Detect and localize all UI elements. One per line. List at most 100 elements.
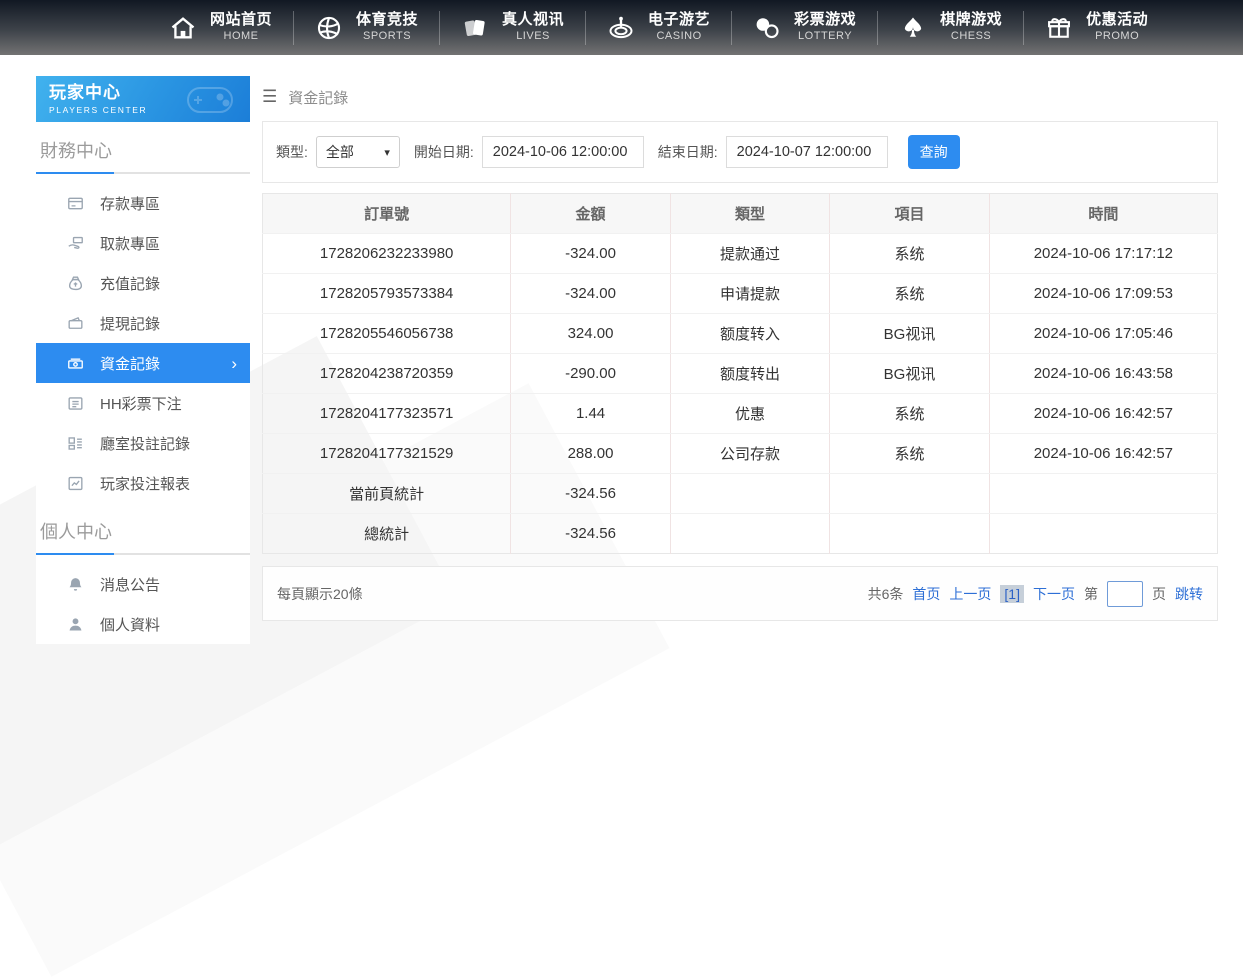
nav-label-zh: 棋牌游戏 xyxy=(940,11,1002,30)
nav-label-zh: 体育竞技 xyxy=(356,11,418,30)
column-header: 時間 xyxy=(989,194,1217,234)
sidebar-item-profile[interactable]: 個人資料 xyxy=(36,604,250,644)
nav-label-zh: 电子游艺 xyxy=(648,11,710,30)
moneybag-icon xyxy=(66,274,85,293)
table-cell xyxy=(830,514,989,554)
sidebar-item-player-bet-report[interactable]: 玩家投注報表 xyxy=(36,463,250,503)
table-cell: 當前頁統計 xyxy=(263,474,511,514)
sidebar-item-label: 資金記錄 xyxy=(100,353,160,374)
sidebar-item-label: 取款專區 xyxy=(100,233,160,254)
nav-label-en: LIVES xyxy=(516,30,550,44)
table-cell: 1728204177321529 xyxy=(263,434,511,474)
nav-item-home[interactable]: 网站首页HOME xyxy=(148,0,293,55)
first-page-link[interactable]: 首页 xyxy=(912,584,940,604)
sidebar-item-withdraw-zone[interactable]: 取款專區 xyxy=(36,223,250,263)
search-button[interactable]: 查詢 xyxy=(908,135,960,169)
table-cell: -324.00 xyxy=(511,274,670,314)
start-date-input[interactable]: 2024-10-06 12:00:00 xyxy=(482,136,644,168)
sidebar-item-hh-lottery-bets[interactable]: HH彩票下注 xyxy=(36,383,250,423)
nav-label-en: CASINO xyxy=(656,30,701,44)
table-cell: 1728204238720359 xyxy=(263,354,511,394)
page-jump-input[interactable] xyxy=(1107,581,1143,607)
sidebar-item-recharge-records[interactable]: 充值記錄 xyxy=(36,263,250,303)
sidebar-item-room-bet-records[interactable]: 廳室投註記錄 xyxy=(36,423,250,463)
table-cell: 總統計 xyxy=(263,514,511,554)
table-cell: 优惠 xyxy=(670,394,829,434)
table-cell: 系统 xyxy=(830,274,989,314)
sidebar-item-label: 廳室投註記錄 xyxy=(100,433,190,454)
table-header-row: 訂單號金額類型項目時間 xyxy=(263,194,1218,234)
table-cell: BG视讯 xyxy=(830,314,989,354)
withdraw-hand-icon xyxy=(66,234,85,253)
column-header: 金額 xyxy=(511,194,670,234)
cards-icon xyxy=(461,14,489,42)
nav-label-en: HOME xyxy=(224,30,259,44)
sidebar-item-deposit-zone[interactable]: 存款專區 xyxy=(36,183,250,223)
section-divider xyxy=(36,172,250,174)
nav-label-zh: 彩票游戏 xyxy=(794,11,856,30)
page-title: 資金記錄 xyxy=(288,87,348,108)
sidebar-item-withdrawal-records[interactable]: 提現記錄 xyxy=(36,303,250,343)
bell-icon xyxy=(66,575,85,594)
filter-bar: 類型: 全部 ▾ 開始日期: 2024-10-06 12:00:00 結束日期:… xyxy=(262,121,1218,183)
table-row: 1728204177321529288.00公司存款系统2024-10-06 1… xyxy=(263,434,1218,474)
table-cell xyxy=(670,474,829,514)
breadcrumb: ☰ 資金記錄 xyxy=(262,83,1218,111)
type-label: 類型: xyxy=(276,142,308,162)
table-row: 1728205793573384-324.00申请提款系统2024-10-06 … xyxy=(263,274,1218,314)
column-header: 項目 xyxy=(830,194,989,234)
sidebar-item-announcements[interactable]: 消息公告 xyxy=(36,564,250,604)
table-row: 1728206232233980-324.00提款通过系统2024-10-06 … xyxy=(263,234,1218,274)
caret-down-icon: ▾ xyxy=(384,146,390,159)
nav-item-chess[interactable]: 棋牌游戏CHESS xyxy=(878,0,1023,55)
nav-label-zh: 网站首页 xyxy=(210,11,272,30)
table-cell xyxy=(989,474,1217,514)
end-date-input[interactable]: 2024-10-07 12:00:00 xyxy=(726,136,888,168)
table-row: 1728204238720359-290.00额度转出BG视讯2024-10-0… xyxy=(263,354,1218,394)
table-body: 1728206232233980-324.00提款通过系统2024-10-06 … xyxy=(263,234,1218,554)
pagination-bar: 每頁顯示20條 共6条 首页 上一页 [1] 下一页 第 页 跳转 xyxy=(262,566,1218,621)
table-cell xyxy=(670,514,829,554)
nav-item-text: 真人视讯LIVES xyxy=(502,11,564,44)
prev-page-link[interactable]: 上一页 xyxy=(949,584,991,604)
sidebar-item-label: HH彩票下注 xyxy=(100,393,182,414)
main-content: ☰ 資金記錄 類型: 全部 ▾ 開始日期: 2024-10-06 12:00:0… xyxy=(262,83,1218,621)
nav-label-en: CHESS xyxy=(951,30,991,44)
cash-icon xyxy=(66,354,85,373)
sidebar-item-funds-records[interactable]: 資金記錄› xyxy=(36,343,250,383)
section-divider xyxy=(36,553,250,555)
page-word-suffix: 页 xyxy=(1152,584,1166,604)
sidebar-item-label: 提現記錄 xyxy=(100,313,160,334)
nav-item-lottery[interactable]: 彩票游戏LOTTERY xyxy=(732,0,877,55)
jump-link[interactable]: 跳转 xyxy=(1175,584,1203,604)
type-select[interactable]: 全部 ▾ xyxy=(316,136,400,168)
nav-item-text: 体育竞技SPORTS xyxy=(356,11,418,44)
table-cell: 额度转出 xyxy=(670,354,829,394)
nav-item-text: 网站首页HOME xyxy=(210,11,272,44)
type-select-value: 全部 xyxy=(326,142,354,162)
nav-label-en: PROMO xyxy=(1095,30,1139,44)
nav-item-text: 棋牌游戏CHESS xyxy=(940,11,1002,44)
sidebar: 玩家中心 PLAYERS CENTER 財務中心存款專區取款專區充值記錄提現記錄… xyxy=(36,76,250,644)
nav-item-casino[interactable]: 电子游艺CASINO xyxy=(586,0,731,55)
table-cell: BG视讯 xyxy=(830,354,989,394)
gamepad-watermark-icon xyxy=(174,78,246,122)
next-page-link[interactable]: 下一页 xyxy=(1033,584,1075,604)
sidebar-section-heading: 個人中心 xyxy=(36,503,250,553)
spade-icon xyxy=(899,14,927,42)
wallet-icon xyxy=(66,314,85,333)
table-cell: 1728206232233980 xyxy=(263,234,511,274)
current-page[interactable]: [1] xyxy=(1000,585,1024,603)
nav-label-zh: 优惠活动 xyxy=(1086,11,1148,30)
nav-label-en: LOTTERY xyxy=(798,30,852,44)
sidebar-menu: 財務中心存款專區取款專區充值記錄提現記錄資金記錄›HH彩票下注廳室投註記錄玩家投… xyxy=(36,122,250,644)
nav-item-text: 彩票游戏LOTTERY xyxy=(794,11,856,44)
nav-item-lives[interactable]: 真人视讯LIVES xyxy=(440,0,585,55)
table-cell: 1728205546056738 xyxy=(263,314,511,354)
nav-item-promo[interactable]: 优惠活动PROMO xyxy=(1024,0,1169,55)
hamburger-icon[interactable]: ☰ xyxy=(262,87,277,107)
nav-item-sports[interactable]: 体育竞技SPORTS xyxy=(294,0,439,55)
table-cell: 2024-10-06 17:05:46 xyxy=(989,314,1217,354)
start-date-label: 開始日期: xyxy=(414,142,474,162)
lottery-balls-icon xyxy=(753,14,781,42)
